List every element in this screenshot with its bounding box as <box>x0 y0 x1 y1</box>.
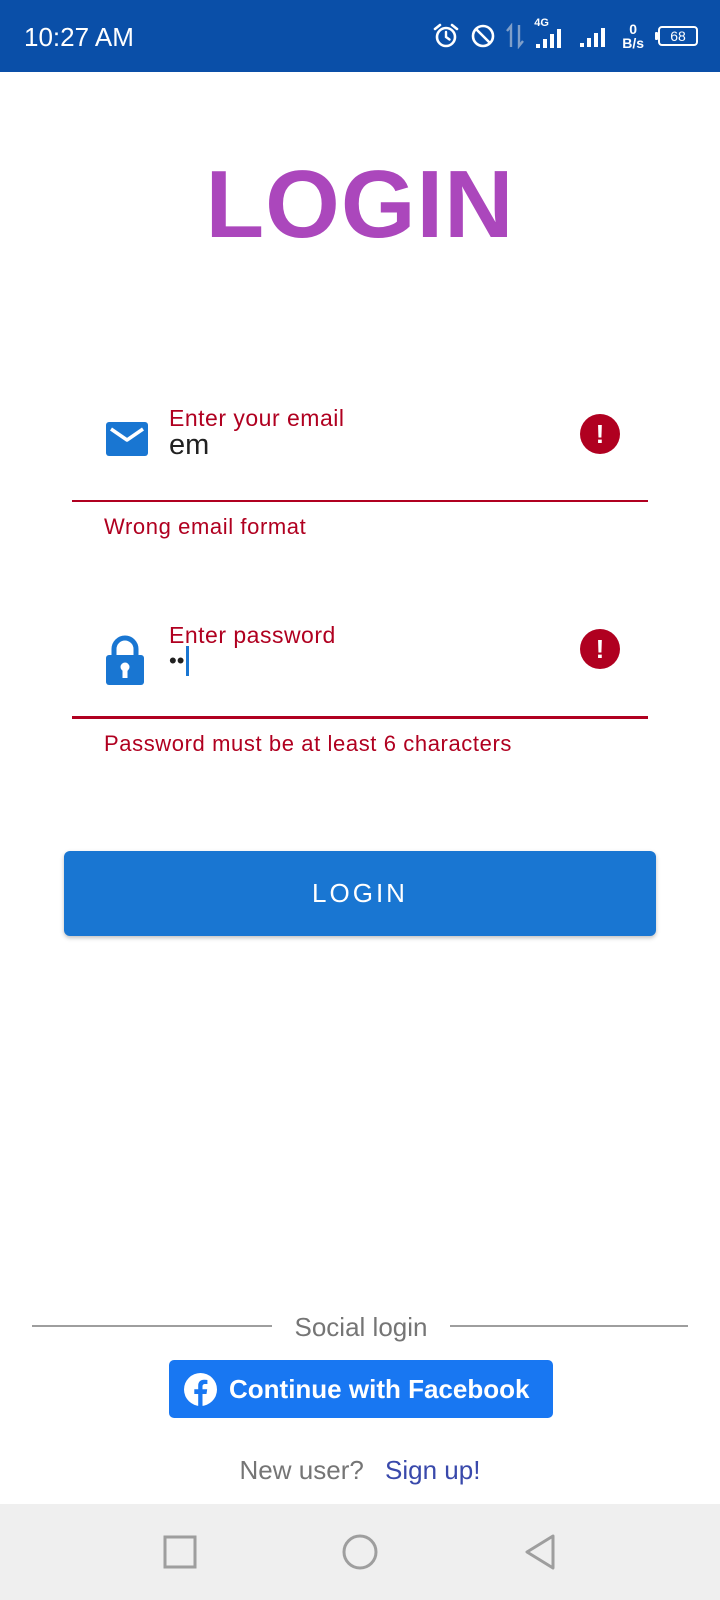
password-label: Enter password <box>169 622 336 648</box>
social-login-divider: Social login <box>32 1309 688 1345</box>
navigation-bar <box>0 1504 720 1600</box>
speed-value: 0 <box>629 21 637 37</box>
password-input[interactable]: •• <box>169 643 190 679</box>
login-button[interactable]: LOGIN <box>64 851 656 936</box>
status-time: 10:27 AM <box>24 22 134 52</box>
status-bar: 10:27 AM 4G 0 B/s 68 <box>0 0 720 72</box>
password-masked-value: •• <box>169 648 185 673</box>
recents-icon[interactable] <box>160 1532 200 1572</box>
email-error-text: Wrong email format <box>104 514 307 539</box>
facebook-button-label: Continue with Facebook <box>229 1373 530 1404</box>
back-icon[interactable] <box>520 1532 560 1572</box>
data-arrows-icon <box>506 23 525 49</box>
password-underline <box>72 716 648 719</box>
signup-link[interactable]: Sign up! <box>385 1455 480 1485</box>
battery-level: 68 <box>670 28 686 44</box>
signal-icon <box>580 28 606 47</box>
email-input[interactable] <box>169 427 549 463</box>
facebook-icon <box>184 1372 217 1406</box>
alarm-icon <box>433 23 459 48</box>
page-title: LOGIN <box>205 151 515 258</box>
error-icon: ! <box>580 414 620 454</box>
lock-icon <box>106 635 144 685</box>
do-not-disturb-icon <box>471 24 495 48</box>
password-field[interactable]: Enter password •• ! <box>72 617 648 719</box>
signup-line: New user? Sign up! <box>0 1452 720 1488</box>
social-login-label: Social login <box>294 1312 428 1342</box>
signal-icon-4g: 4G <box>534 17 568 51</box>
battery-icon: 68 <box>655 26 698 46</box>
text-caret <box>186 646 190 676</box>
email-icon <box>106 422 148 456</box>
divider-line-right <box>450 1325 688 1327</box>
status-icons: 4G 0 B/s 68 <box>432 17 698 54</box>
email-underline <box>72 500 648 502</box>
password-error-text: Password must be at least 6 characters <box>104 731 512 756</box>
speed-unit: B/s <box>622 35 644 51</box>
facebook-login-button[interactable]: Continue with Facebook <box>169 1360 553 1418</box>
divider-line-left <box>32 1325 272 1327</box>
email-field[interactable]: Enter your email ! <box>72 400 648 502</box>
home-icon[interactable] <box>340 1532 380 1572</box>
signup-prompt: New user? <box>239 1455 364 1485</box>
network-speed: 0 B/s <box>622 22 644 50</box>
error-icon: ! <box>580 629 620 669</box>
